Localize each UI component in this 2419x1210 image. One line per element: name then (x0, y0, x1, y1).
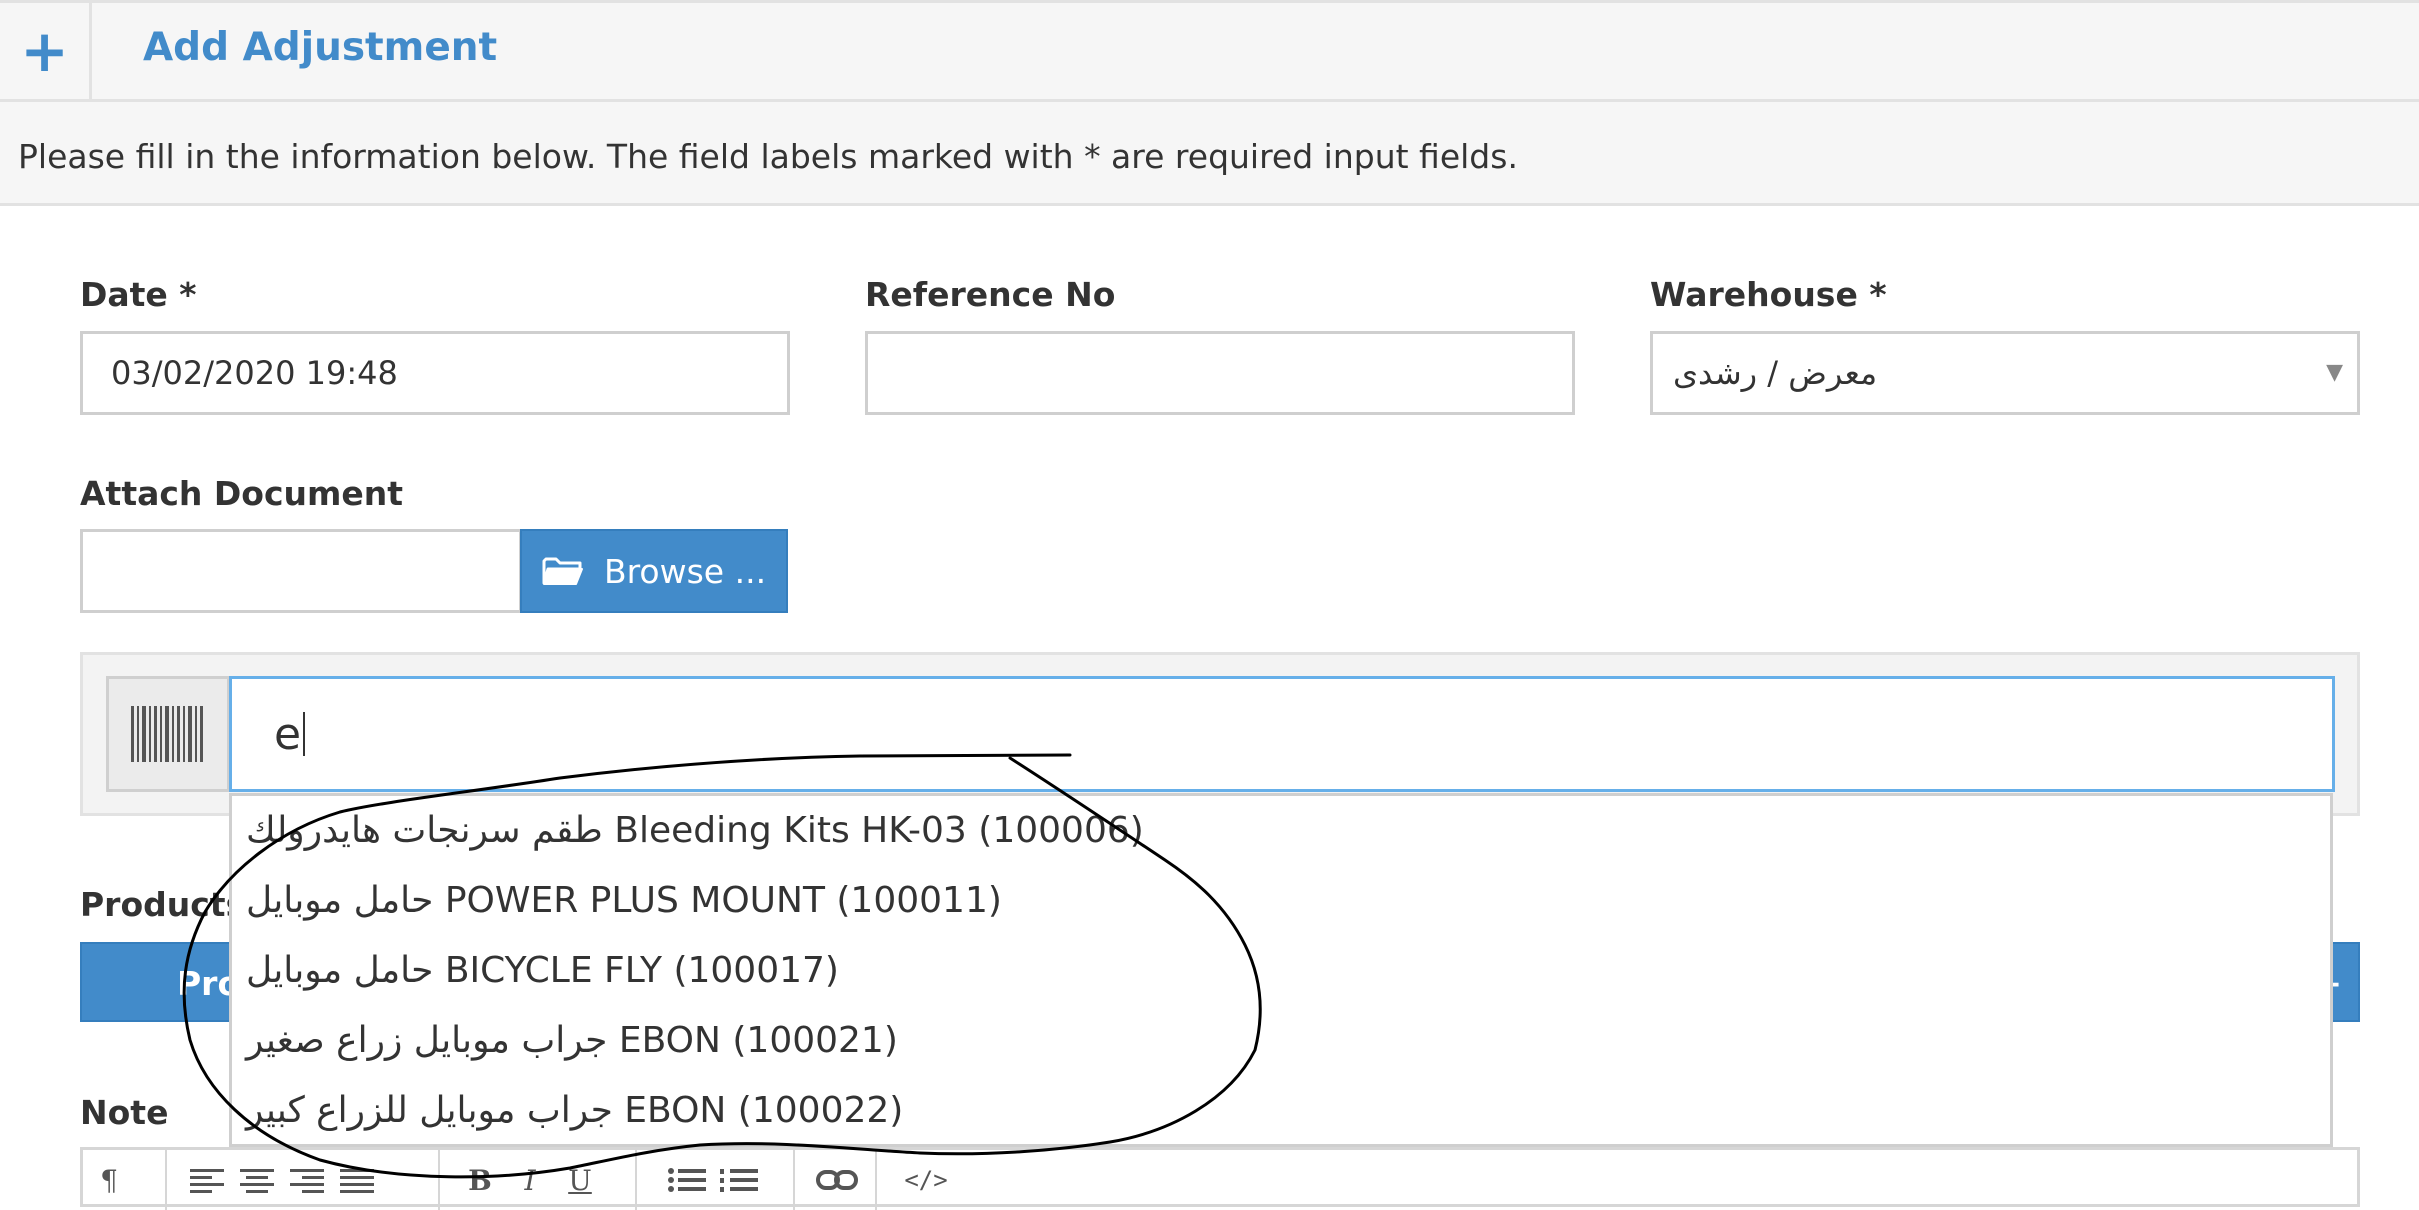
chevron-down-icon: ▼ (2326, 360, 2343, 385)
attach-file-input[interactable] (80, 529, 522, 613)
page-title: Add Adjustment (143, 25, 498, 70)
search-value: e (274, 708, 302, 760)
barcode-addon (106, 676, 230, 792)
add-icon[interactable]: + (0, 3, 92, 99)
bold-icon[interactable]: B (455, 1152, 505, 1208)
underline-icon[interactable]: U (555, 1152, 605, 1208)
toolbar-separator (438, 1150, 440, 1210)
link-icon[interactable] (811, 1152, 863, 1208)
warehouse-select[interactable]: معرض / رشدى ▼ (1650, 331, 2360, 415)
browse-button-label: Browse ... (603, 551, 767, 591)
info-text: Please fill in the information below. Th… (18, 137, 1518, 176)
info-bar: Please fill in the information below. Th… (0, 102, 2419, 206)
paragraph-icon[interactable]: ¶ (89, 1152, 129, 1208)
folder-open-icon (542, 557, 583, 585)
code-view-icon[interactable]: </> (891, 1152, 961, 1208)
date-label: Date * (80, 275, 197, 314)
date-value: 03/02/2020 19:48 (111, 354, 398, 392)
products-label: Products (80, 885, 246, 924)
warehouse-value: معرض / رشدى (1673, 354, 1878, 392)
reference-input[interactable] (865, 331, 1575, 415)
note-label: Note (80, 1093, 169, 1132)
autocomplete-item[interactable]: طقم سرنجات هايدرولك Bleeding Kits HK-03 … (246, 810, 1144, 851)
text-caret (303, 712, 306, 756)
align-right-icon[interactable] (283, 1152, 331, 1208)
autocomplete-item[interactable]: حامل موبايل BICYCLE FLY (100017) (246, 950, 839, 991)
italic-icon[interactable]: I (505, 1152, 555, 1208)
date-input[interactable]: 03/02/2020 19:48 (80, 331, 790, 415)
toolbar-separator (165, 1150, 167, 1210)
autocomplete-item[interactable]: حامل موبايل POWER PLUS MOUNT (100011) (246, 880, 1002, 921)
align-justify-icon[interactable] (333, 1152, 381, 1208)
toolbar-separator (635, 1150, 637, 1210)
barcode-icon (131, 706, 203, 762)
editor-toolbar: ¶ B I U </> (80, 1147, 2360, 1210)
numbered-list-icon[interactable] (715, 1152, 763, 1208)
toolbar-separator (793, 1150, 795, 1210)
align-left-icon[interactable] (183, 1152, 231, 1208)
page-header: + Add Adjustment (0, 0, 2419, 102)
autocomplete-item[interactable]: جراب موبايل للزراع كبير EBON (100022) (246, 1090, 903, 1131)
toolbar-separator (875, 1150, 877, 1210)
bullet-list-icon[interactable] (663, 1152, 711, 1208)
warehouse-label: Warehouse * (1650, 275, 1887, 314)
attach-label: Attach Document (80, 474, 404, 513)
autocomplete-dropdown: طقم سرنجات هايدرولك Bleeding Kits HK-03 … (229, 793, 2333, 1147)
reference-label: Reference No (865, 275, 1116, 314)
product-search-input[interactable]: e (229, 676, 2335, 792)
align-center-icon[interactable] (233, 1152, 281, 1208)
browse-button[interactable]: Browse ... (520, 529, 788, 613)
autocomplete-item[interactable]: جراب موبايل زراع صغير EBON (100021) (246, 1020, 898, 1061)
